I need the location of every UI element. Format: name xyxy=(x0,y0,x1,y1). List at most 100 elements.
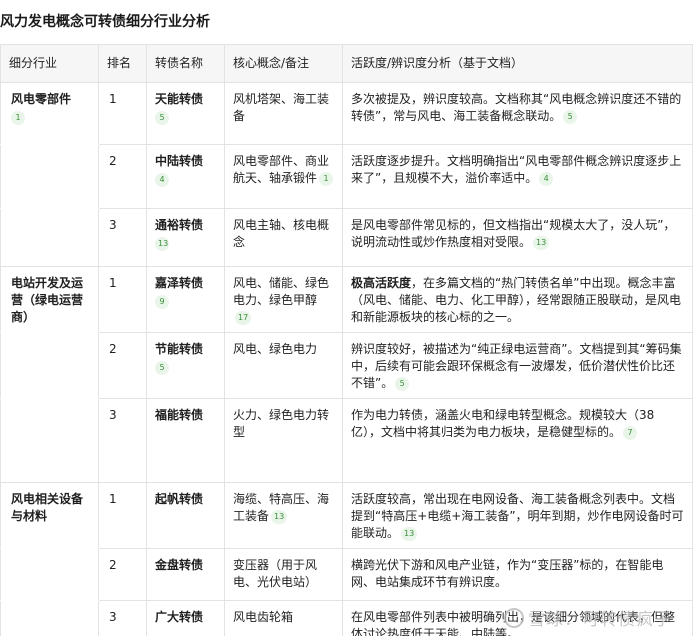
rank-cell: 2 xyxy=(98,332,147,399)
citation-badge[interactable]: 1 xyxy=(319,171,334,186)
table-row: 3 通裕转债 13 风电主轴、核电概念 是风电零部件常见标的，但文档指出“规模太大了，没… xyxy=(0,208,693,267)
rank-cell: 3 xyxy=(98,600,147,636)
table-header-row: 细分行业 排名 转债名称 核心概念/备注 活跃度/辨识度分析（基于文档） xyxy=(0,44,693,83)
analysis-cell: 辨识度较好，被描述为“纯正绿电运营商”。文档提到其“筹码集中，后续有可能会跟环保… xyxy=(342,332,693,399)
analysis-text: 多次被提及，辨识度较高。文档称其“风电概念辨识度还不错的转债”，常与风电、海工装… xyxy=(351,92,682,123)
rank-cell: 2 xyxy=(98,144,147,209)
bond-name: 天能转债 xyxy=(155,92,204,106)
page-title: 风力发电概念可转债细分行业分析 xyxy=(0,14,210,30)
citation-badge[interactable]: 13 xyxy=(271,509,288,524)
citation-badge[interactable]: 4 xyxy=(155,173,169,187)
concept-text: 风电齿轮箱 xyxy=(233,610,294,624)
rank-cell: 3 xyxy=(98,208,147,267)
analysis-cell: 横跨光伏下游和风电产业链，作为“变压器”标的，在智能电网、电站集成环节有辨识度。 xyxy=(342,548,693,601)
concept-text: 火力、绿色电力转型 xyxy=(233,408,330,439)
bond-name: 通裕转债 xyxy=(155,218,204,232)
citation-badge[interactable]: 4 xyxy=(539,171,554,186)
category-label: 风电零部件 xyxy=(11,92,72,106)
bond-name-cell: 通裕转债 13 xyxy=(146,208,225,267)
concept-cell: 风机塔架、海工装备 xyxy=(224,82,343,145)
bond-name: 金盘转债 xyxy=(155,558,204,572)
bond-name: 福能转债 xyxy=(155,408,204,422)
rank-cell: 3 xyxy=(98,398,147,483)
citation-badge[interactable]: 13 xyxy=(155,237,169,251)
concept-text: 风电主轴、核电概念 xyxy=(233,218,330,249)
concept-cell: 风电主轴、核电概念 xyxy=(224,208,343,267)
table-row: 3 福能转债 火力、绿色电力转型 作为电力转债，涵盖火电和绿电转型概念。规模较大（38… xyxy=(0,398,693,483)
analysis-text: 横跨光伏下游和风电产业链，作为“变压器”标的，在智能电网、电站集成环节有辨识度。 xyxy=(351,558,664,589)
analysis-emphasis: 极高活跃度 xyxy=(351,276,412,290)
category-cell xyxy=(0,332,99,399)
concept-text: 风机塔架、海工装备 xyxy=(233,92,330,123)
table-row: 风电零部件 1 1 天能转债 5 风机塔架、海工装备 多次被提及，辨识度较高。文档称其“风电… xyxy=(0,82,693,145)
citation-badge[interactable]: 1 xyxy=(11,111,25,125)
bond-name-cell: 嘉泽转债 9 xyxy=(146,266,225,333)
analysis-table: 细分行业 排名 转债名称 核心概念/备注 活跃度/辨识度分析（基于文档） 风电零… xyxy=(0,44,693,636)
watermark-text: 雪球：可转债疯子 xyxy=(528,610,672,630)
concept-text: 风电、储能、绿色电力、绿色甲醇 xyxy=(233,276,330,307)
citation-badge[interactable]: 9 xyxy=(155,295,169,309)
analysis-cell: 活跃度较高，常出现在电网设备、海工装备概念列表中。文档提到“特高压+电缆+海工装… xyxy=(342,482,693,549)
concept-cell: 风电、绿色电力 xyxy=(224,332,343,399)
analysis-cell: 作为电力转债，涵盖火电和绿电转型概念。规模较大（38亿），文档中将其归类为电力板… xyxy=(342,398,693,483)
category-cell xyxy=(0,208,99,267)
concept-cell: 变压器（用于风电、光伏电站） xyxy=(224,548,343,601)
category-cell xyxy=(0,144,99,209)
rank-cell: 1 xyxy=(98,482,147,549)
header-core-concept: 核心概念/备注 xyxy=(224,44,343,83)
category-label: 风电相关设备与材料 xyxy=(11,492,84,523)
concept-cell: 风电齿轮箱 xyxy=(224,600,343,636)
xueqiu-logo-icon xyxy=(504,608,524,628)
citation-badge[interactable]: 5 xyxy=(563,109,578,124)
analysis-cell: 极高活跃度，在多篇文档的“热门转债名单”中出现。概念丰富（风电、储能、电力、化工… xyxy=(342,266,693,333)
rank-cell: 1 xyxy=(98,82,147,145)
citation-badge[interactable]: 5 xyxy=(155,361,169,375)
concept-text: 风电、绿色电力 xyxy=(233,342,318,356)
header-category: 细分行业 xyxy=(0,44,99,83)
header-bond-name: 转债名称 xyxy=(146,44,225,83)
table-row: 2 金盘转债 变压器（用于风电、光伏电站） 横跨光伏下游和风电产业链，作为“变压器”标… xyxy=(0,548,693,601)
citation-badge[interactable]: 5 xyxy=(155,111,169,125)
watermark: 雪球：可转债疯子 xyxy=(504,605,672,630)
concept-text: 风电零部件、商业航天、轴承锻件 xyxy=(233,154,330,185)
category-cell: 风电零部件 1 xyxy=(0,82,99,145)
bond-name-cell: 天能转债 5 xyxy=(146,82,225,145)
bond-name-cell: 节能转债 5 xyxy=(146,332,225,399)
bond-name-cell: 金盘转债 xyxy=(146,548,225,601)
category-cell: 电站开发及运营（绿电运营商） xyxy=(0,266,99,333)
analysis-text: 作为电力转债，涵盖火电和绿电转型概念。规模较大（38亿），文档中将其归类为电力板… xyxy=(351,408,655,439)
header-rank: 排名 xyxy=(98,44,147,83)
bond-name-cell: 起帆转债 xyxy=(146,482,225,549)
citation-badge[interactable]: 13 xyxy=(401,526,418,541)
bond-name: 中陆转债 xyxy=(155,154,204,168)
rank-cell: 2 xyxy=(98,548,147,601)
table-row: 电站开发及运营（绿电运营商） 1 嘉泽转债 9 风电、储能、绿色电力、绿色甲醇 17 极高活… xyxy=(0,266,693,333)
bond-name: 节能转债 xyxy=(155,342,204,356)
bond-name-cell: 广大转债 xyxy=(146,600,225,636)
concept-text: 变压器（用于风电、光伏电站） xyxy=(233,558,318,589)
category-cell xyxy=(0,600,99,636)
citation-badge[interactable]: 5 xyxy=(395,376,410,391)
analysis-text: 是风电零部件常见标的，但文档指出“规模太大了，没人玩”，说明流动性或炒作热度相对… xyxy=(351,218,676,249)
analysis-cell: 多次被提及，辨识度较高。文档称其“风电概念辨识度还不错的转债”，常与风电、海工装… xyxy=(342,82,693,145)
analysis-cell: 是风电零部件常见标的，但文档指出“规模太大了，没人玩”，说明流动性或炒作热度相对… xyxy=(342,208,693,267)
analysis-cell: 活跃度逐步提升。文档明确指出“风电零部件概念辨识度逐步上来了”，且规模不大，溢价… xyxy=(342,144,693,209)
table-row: 2 中陆转债 4 风电零部件、商业航天、轴承锻件 1 活跃度逐步提升。文档明确指出“风电零… xyxy=(0,144,693,209)
category-label: 电站开发及运营（绿电运营商） xyxy=(11,276,84,324)
bond-name-cell: 福能转债 xyxy=(146,398,225,483)
bond-name: 广大转债 xyxy=(155,610,204,624)
table-row: 风电相关设备与材料 1 起帆转债 海缆、特高压、海工装备 13 活跃度较高，常出现在电网设… xyxy=(0,482,693,549)
citation-badge[interactable]: 7 xyxy=(623,425,638,440)
concept-cell: 火力、绿色电力转型 xyxy=(224,398,343,483)
header-analysis: 活跃度/辨识度分析（基于文档） xyxy=(342,44,693,83)
analysis-text: 活跃度逐步提升。文档明确指出“风电零部件概念辨识度逐步上来了”，且规模不大，溢价… xyxy=(351,154,682,185)
concept-cell: 风电、储能、绿色电力、绿色甲醇 17 xyxy=(224,266,343,333)
bond-name: 嘉泽转债 xyxy=(155,276,204,290)
concept-cell: 海缆、特高压、海工装备 13 xyxy=(224,482,343,549)
citation-badge[interactable]: 17 xyxy=(235,310,252,325)
category-cell xyxy=(0,548,99,601)
bond-name-cell: 中陆转债 4 xyxy=(146,144,225,209)
category-cell: 风电相关设备与材料 xyxy=(0,482,99,549)
citation-badge[interactable]: 13 xyxy=(533,235,550,250)
category-cell xyxy=(0,398,99,483)
